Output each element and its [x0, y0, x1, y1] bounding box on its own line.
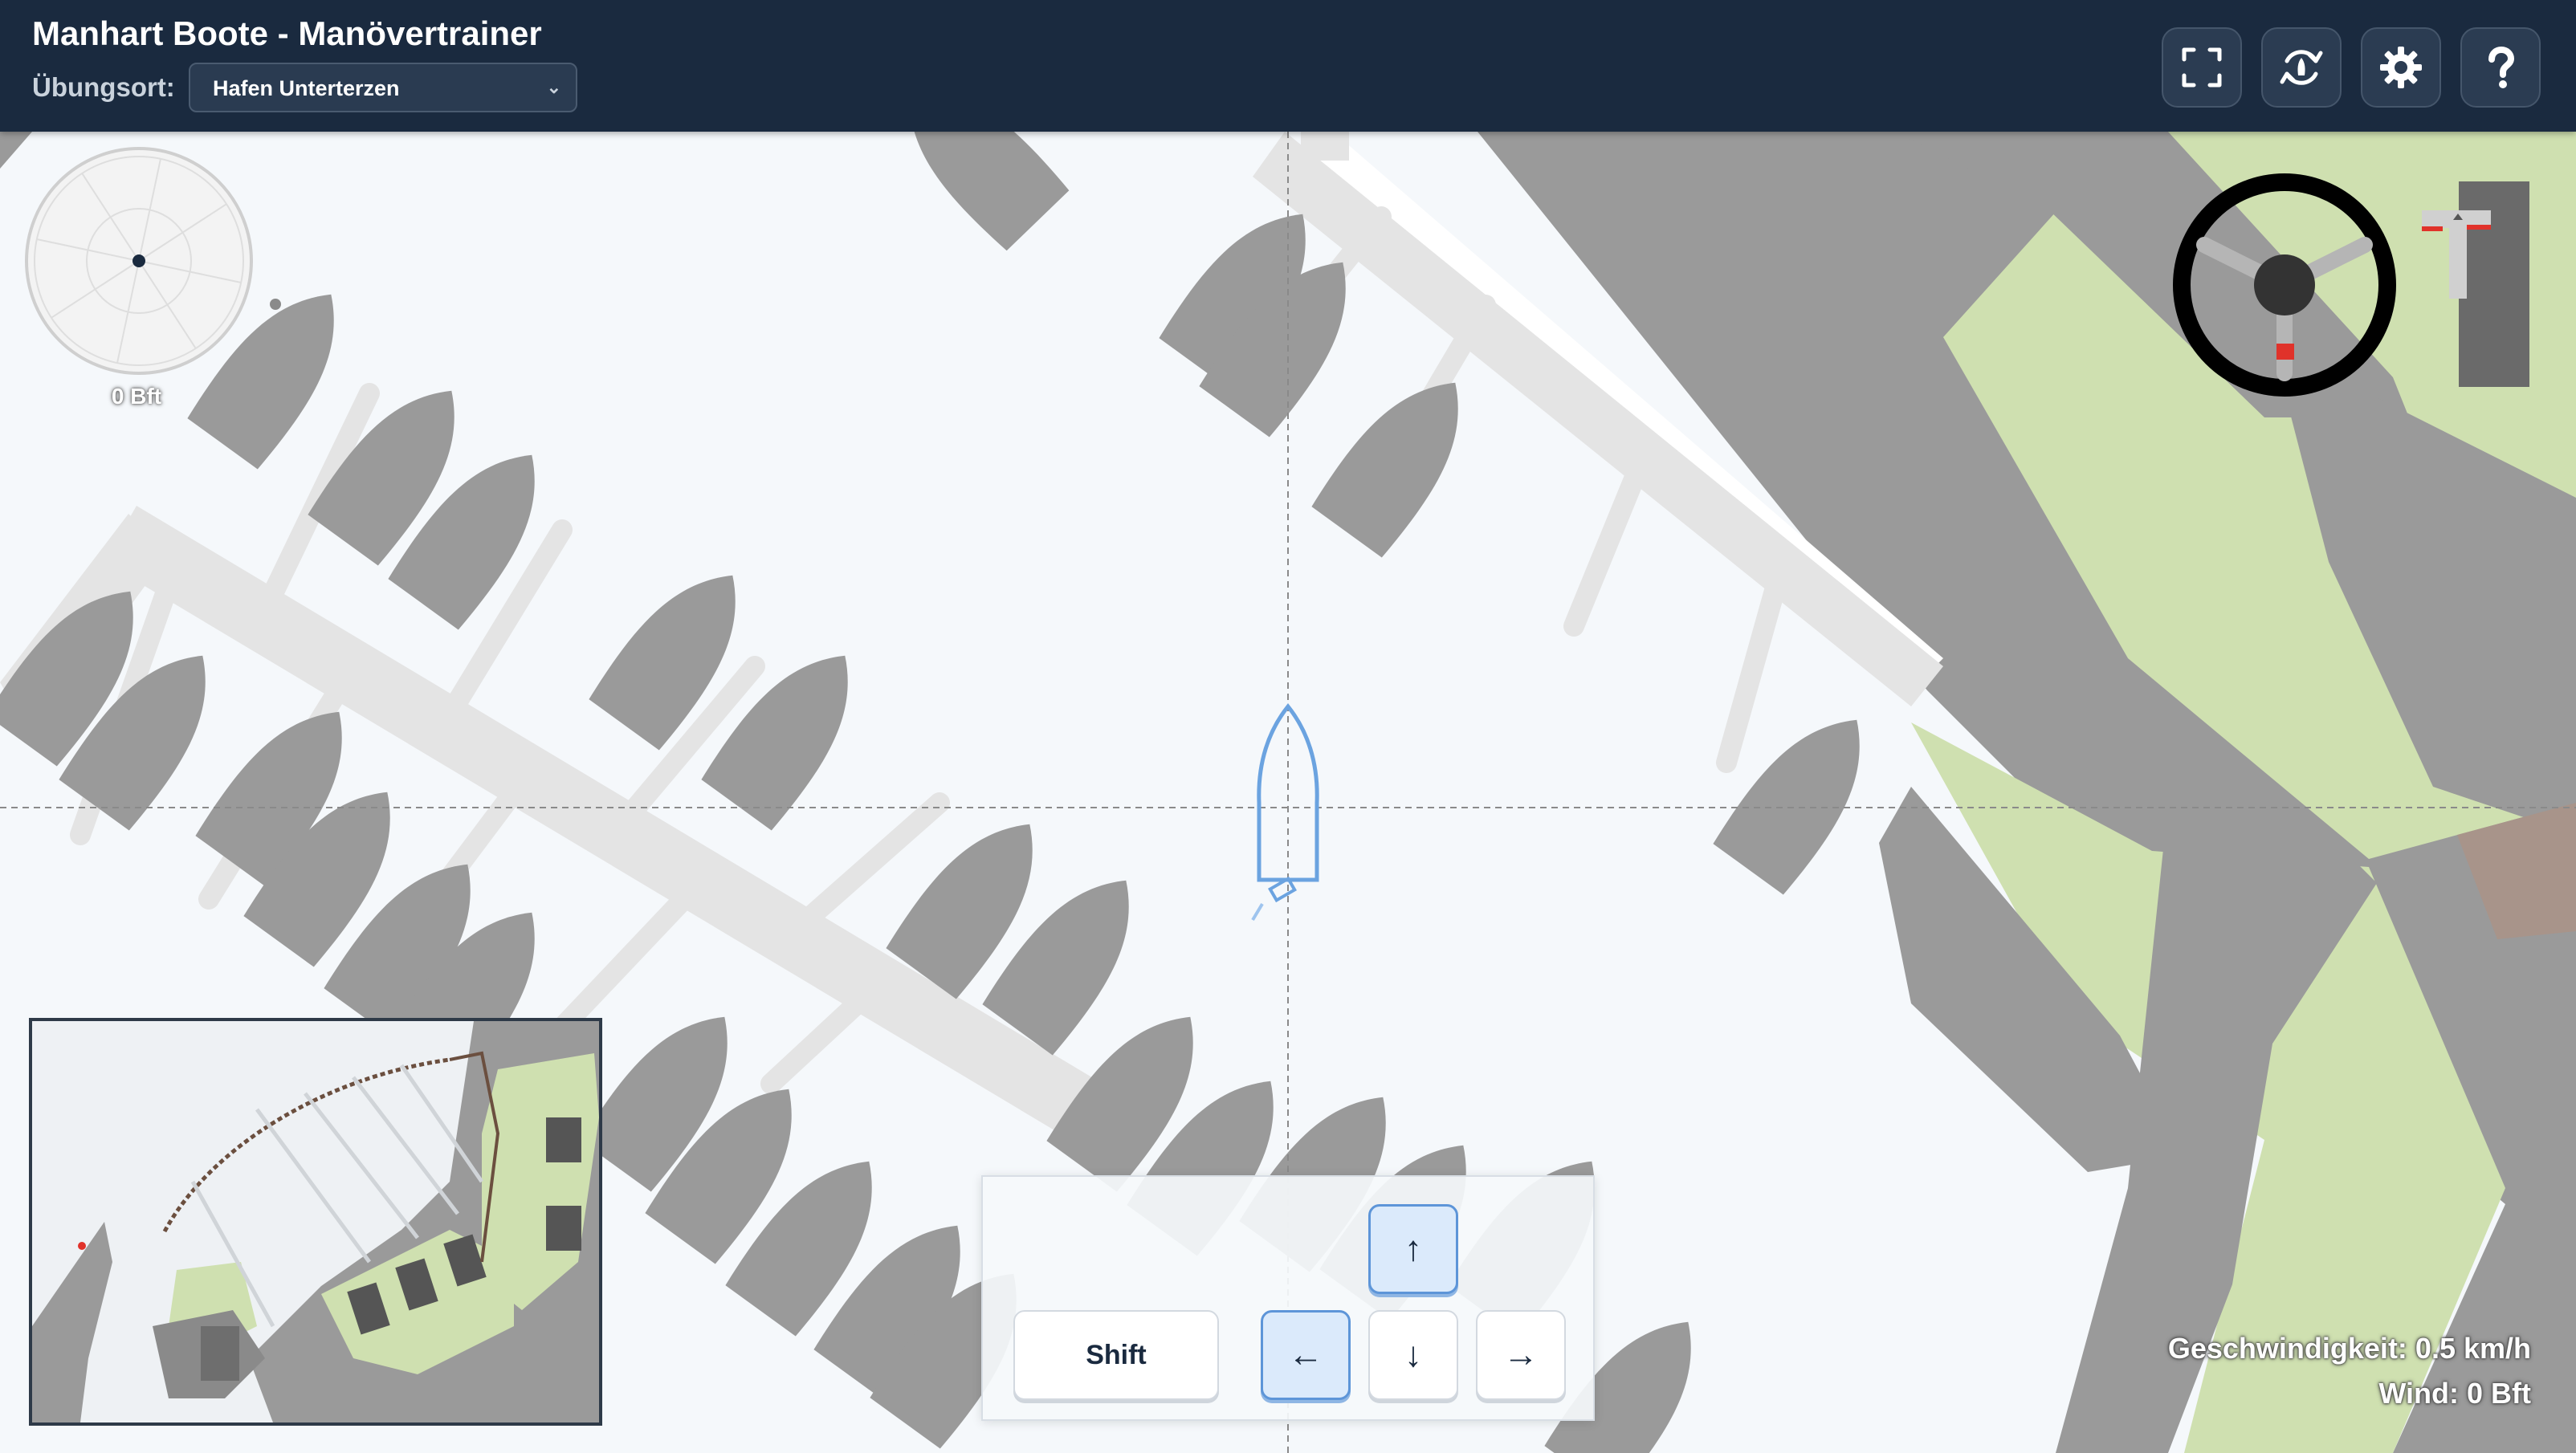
chevron-down-icon: ⌄: [546, 77, 561, 97]
shift-key[interactable]: Shift: [1013, 1310, 1219, 1400]
location-label: Übungsort:: [32, 72, 175, 102]
settings-button[interactable]: [2361, 27, 2441, 108]
top-bar: Manhart Boote - Manövertrainer Übungsort…: [0, 0, 2576, 132]
reset-boat-icon: [2280, 50, 2323, 85]
throttle-lever[interactable]: [2417, 178, 2537, 389]
help-icon: [2488, 46, 2515, 88]
keyboard-controls: Shift ↑ ← ↓ →: [981, 1175, 1595, 1421]
status-readout: Geschwindigkeit: 0.5 km/h Wind: 0 Bft: [2168, 1326, 2531, 1416]
arrow-up-key[interactable]: ↑: [1368, 1204, 1458, 1294]
fullscreen-button[interactable]: [2162, 27, 2242, 108]
wind-indicator-dot: [270, 299, 281, 310]
overview-minimap[interactable]: [29, 1018, 602, 1426]
arrow-right-key[interactable]: →: [1476, 1310, 1566, 1400]
speed-readout: Geschwindigkeit: 0.5 km/h: [2167, 1332, 2531, 1365]
arrow-left-key[interactable]: ←: [1261, 1310, 1351, 1400]
wind-beaufort-label: 0 Bft: [111, 384, 162, 409]
arrow-down-key[interactable]: ↓: [1368, 1310, 1458, 1400]
location-select[interactable]: Hafen Unterterzen ⌄: [189, 63, 577, 112]
location-select-value: Hafen Unterterzen: [213, 76, 400, 100]
reset-boat-button[interactable]: [2261, 27, 2342, 108]
wind-readout: Wind: 0 Bft: [2378, 1377, 2531, 1410]
fullscreen-icon: [2182, 47, 2222, 88]
wind-compass: [22, 144, 255, 377]
steering-wheel[interactable]: [2168, 169, 2401, 401]
gear-icon: [2380, 47, 2422, 88]
help-button[interactable]: [2460, 27, 2541, 108]
app-title: Manhart Boote - Manövertrainer: [32, 14, 542, 52]
